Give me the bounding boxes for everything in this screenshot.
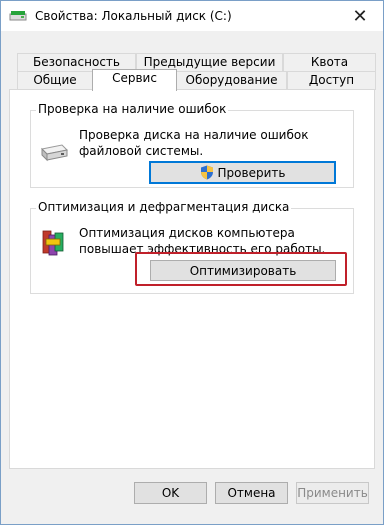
- cancel-button[interactable]: Отмена: [215, 482, 288, 504]
- properties-window: Свойства: Локальный диск (C:) ✕ Безопасн…: [0, 0, 384, 525]
- tab-hardware-label: Оборудование: [185, 73, 278, 87]
- tab-hardware[interactable]: Оборудование: [176, 71, 287, 90]
- defrag-icon: [42, 230, 64, 256]
- tab-previous-versions-label: Предыдущие версии: [143, 55, 276, 69]
- optimize-title: Оптимизация и дефрагментация диска: [36, 200, 292, 214]
- cancel-button-label: Отмена: [227, 486, 276, 500]
- drive-icon: [9, 11, 27, 21]
- highlight-frame: [135, 252, 347, 286]
- uac-shield-icon: [200, 165, 213, 180]
- error-check-description: Проверка диска на наличие ошибок файлово…: [79, 128, 309, 158]
- check-button[interactable]: Проверить: [149, 161, 336, 184]
- error-check-group: Проверка на наличие ошибок Проверка диск…: [30, 102, 354, 188]
- window-title: Свойства: Локальный диск (C:): [35, 9, 232, 23]
- close-button[interactable]: ✕: [345, 5, 375, 27]
- tab-sharing-label: Доступ: [308, 73, 355, 87]
- tab-service[interactable]: Сервис: [92, 69, 177, 91]
- tab-quota[interactable]: Квота: [283, 53, 376, 72]
- error-check-title: Проверка на наличие ошибок: [36, 102, 229, 116]
- tab-general-label: Общие: [33, 73, 77, 87]
- check-button-label: Проверить: [217, 165, 286, 180]
- apply-button[interactable]: Применить: [296, 482, 369, 504]
- tab-security-label: Безопасность: [33, 55, 120, 69]
- tab-content-panel: Проверка на наличие ошибок Проверка диск…: [9, 89, 375, 469]
- tab-quota-label: Квота: [310, 55, 349, 69]
- disk-drive-icon: [40, 144, 69, 162]
- tab-sharing[interactable]: Доступ: [287, 71, 376, 90]
- tab-service-label: Сервис: [112, 71, 157, 85]
- title-bar[interactable]: Свойства: Локальный диск (C:) ✕: [1, 1, 383, 31]
- tab-general[interactable]: Общие: [17, 71, 93, 90]
- ok-button-label: OK: [161, 486, 180, 500]
- apply-button-label: Применить: [297, 486, 368, 500]
- close-icon: ✕: [352, 5, 368, 27]
- ok-button[interactable]: OK: [134, 482, 207, 504]
